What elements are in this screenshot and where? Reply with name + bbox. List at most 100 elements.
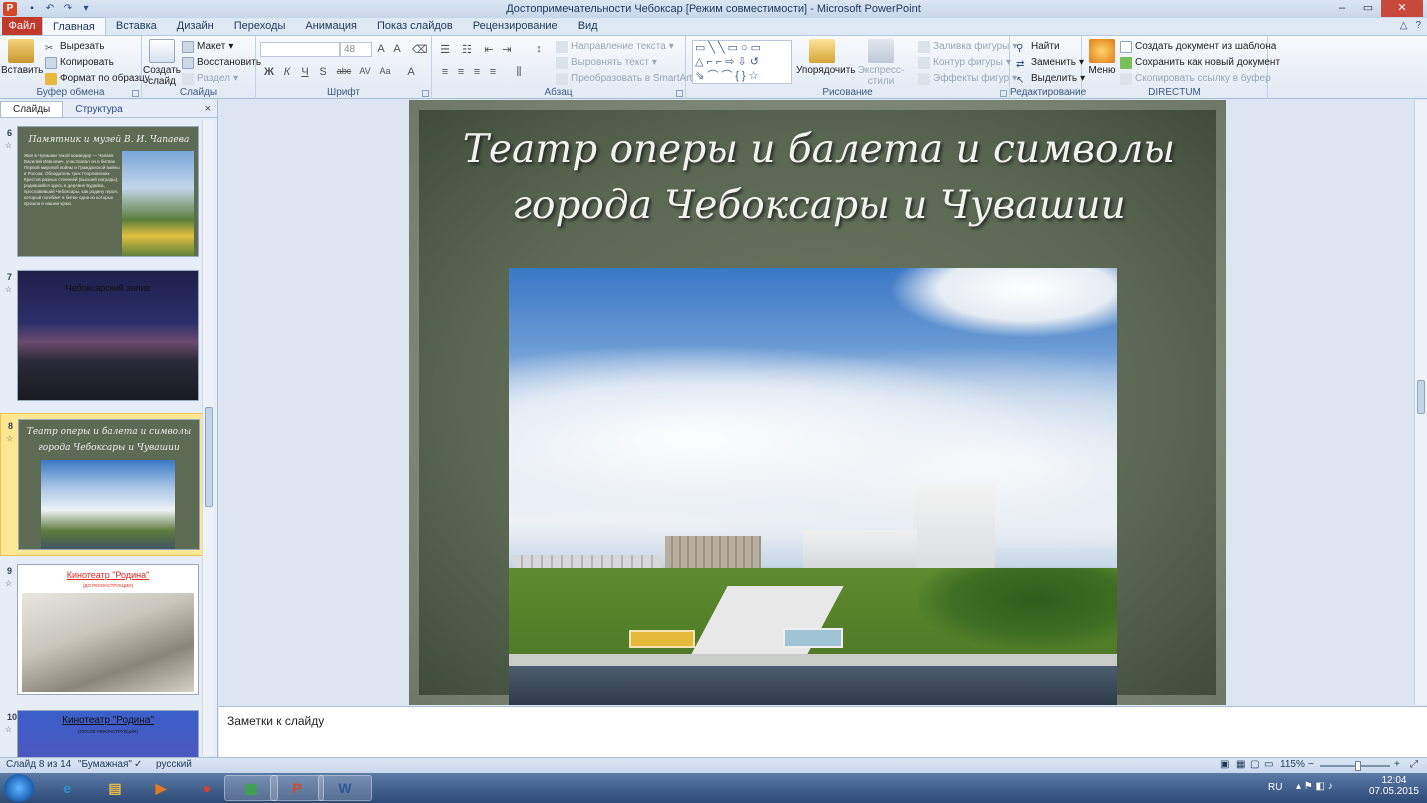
reset-button[interactable]: Восстановить xyxy=(182,55,261,70)
columns-icon[interactable]: ⫼ xyxy=(512,66,526,79)
slide-thumbnail-7[interactable]: 7 ☆ Чебоксарский залив xyxy=(0,265,205,405)
shapes-gallery[interactable]: ▭╲╲▭○▭ △⌐⌐⇨⇩↺ ⇘⌒⌒{}☆ xyxy=(692,40,792,84)
cut-button[interactable]: ✂ Вырезать xyxy=(45,39,104,54)
find-button[interactable]: ⚲ Найти xyxy=(1016,39,1060,54)
normal-view-icon[interactable]: ▣ xyxy=(1220,759,1229,770)
redo-icon[interactable]: ↷ xyxy=(61,2,75,16)
reading-view-icon[interactable]: ▢ xyxy=(1250,759,1259,770)
tab-home[interactable]: Главная xyxy=(42,17,106,35)
tab-view[interactable]: Вид xyxy=(568,17,608,35)
tab-outline[interactable]: Структура xyxy=(63,102,134,117)
keyboard-language[interactable]: RU xyxy=(1268,782,1282,793)
convert-smartart-button[interactable]: Преобразовать в SmartArt ▾ xyxy=(556,71,700,86)
shape-fill-button[interactable]: Заливка фигуры ▾ xyxy=(918,39,1017,54)
change-case-button[interactable]: Aa xyxy=(376,66,394,76)
fit-to-window-icon[interactable]: ⤢ xyxy=(1410,759,1418,770)
font-launcher[interactable] xyxy=(422,90,429,97)
character-spacing-button[interactable]: AV xyxy=(356,66,374,76)
notes-placeholder[interactable]: Заметки к слайду xyxy=(227,714,324,728)
font-name-combo[interactable] xyxy=(260,42,340,57)
slide-thumbnail-9[interactable]: 9 ☆ Кинотеатр "Родина" (ДО РЕКОНСТРУКЦИИ… xyxy=(0,559,205,699)
slide-photo[interactable] xyxy=(509,268,1117,705)
line-spacing-icon[interactable]: ↕ xyxy=(532,43,546,55)
slide-sorter-icon[interactable]: ▦ xyxy=(1236,759,1245,770)
new-slide-button[interactable]: Создать слайд xyxy=(143,39,181,87)
zoom-in-button[interactable]: + xyxy=(1394,759,1400,770)
slide-thumbnail-10[interactable]: 10 ☆ Кинотеатр "Родина" (ПОСЛЕ РЕКОНСТРУ… xyxy=(0,705,205,757)
tab-transitions[interactable]: Переходы xyxy=(224,17,296,35)
shape-outline-button[interactable]: Контур фигуры ▾ xyxy=(918,55,1011,70)
align-left-icon[interactable]: ≡ xyxy=(438,66,452,78)
notes-pane[interactable]: Заметки к слайду xyxy=(219,706,1427,757)
drawing-launcher[interactable] xyxy=(1000,90,1007,97)
internet-explorer-icon[interactable]: e xyxy=(40,775,94,801)
strikethrough-button[interactable]: abc xyxy=(334,66,354,76)
numbering-icon[interactable]: ☷ xyxy=(460,43,474,56)
font-size-combo[interactable]: 48 xyxy=(340,42,372,57)
minimize-ribbon-icon[interactable]: △ xyxy=(1400,20,1408,31)
maximize-button[interactable]: ▭ xyxy=(1355,0,1381,17)
font-color-button[interactable]: A xyxy=(404,66,418,78)
save-as-new-button[interactable]: Сохранить как новый документ xyxy=(1120,55,1280,70)
start-button[interactable] xyxy=(4,774,34,802)
increase-indent-icon[interactable]: ⇥ xyxy=(500,43,514,56)
align-right-icon[interactable]: ≡ xyxy=(470,66,484,78)
shadow-button[interactable]: S xyxy=(316,66,330,78)
slides-scrollbar[interactable] xyxy=(202,120,214,755)
tab-design[interactable]: Дизайн xyxy=(167,17,224,35)
select-button[interactable]: ↖ Выделить ▾ xyxy=(1016,71,1085,86)
word-icon[interactable]: W xyxy=(318,775,372,801)
shape-effects-button[interactable]: Эффекты фигур ▾ xyxy=(918,71,1017,86)
save-icon[interactable]: ▪ xyxy=(25,2,39,16)
close-panel-icon[interactable]: × xyxy=(205,103,211,115)
shrink-font-icon[interactable]: A xyxy=(390,43,404,55)
layout-button[interactable]: Макет ▾ xyxy=(182,39,233,54)
arrange-button[interactable]: Упорядочить xyxy=(796,39,856,76)
tab-insert[interactable]: Вставка xyxy=(106,17,167,35)
tray-icons[interactable]: ▴ ⚑ ◧ ♪ xyxy=(1296,781,1333,792)
create-from-template-button[interactable]: Создать документ из шаблона xyxy=(1120,39,1276,54)
paste-button[interactable]: Вставить xyxy=(1,39,43,76)
zoom-slider-thumb[interactable] xyxy=(1355,761,1361,771)
replace-button[interactable]: ⇄ Заменить ▾ xyxy=(1016,55,1084,70)
grow-font-icon[interactable]: A xyxy=(374,43,388,55)
directum-menu-button[interactable]: Меню xyxy=(1084,39,1120,76)
copy-button[interactable]: Копировать xyxy=(45,55,114,70)
slide-scrollbar[interactable] xyxy=(1414,100,1427,705)
language-indicator[interactable]: русский xyxy=(156,759,192,770)
tab-animations[interactable]: Анимация xyxy=(295,17,367,35)
tab-slides[interactable]: Слайды xyxy=(0,101,64,117)
copy-link-button[interactable]: Скопировать ссылку в буфер xyxy=(1120,71,1271,86)
scrollbar-thumb[interactable] xyxy=(205,407,213,507)
slide-thumbnail-8[interactable]: 8 ☆ Театр оперы и балета и символы город… xyxy=(0,413,205,556)
bold-button[interactable]: Ж xyxy=(262,66,276,78)
italic-button[interactable]: К xyxy=(280,66,294,78)
zoom-level[interactable]: 115% xyxy=(1280,759,1305,770)
clear-formatting-icon[interactable]: ⌫ xyxy=(412,43,428,56)
clipboard-launcher[interactable] xyxy=(132,90,139,97)
bullets-icon[interactable]: ☰ xyxy=(438,43,452,56)
tab-slide-show[interactable]: Показ слайдов xyxy=(367,17,463,35)
tab-review[interactable]: Рецензирование xyxy=(463,17,568,35)
zoom-out-button[interactable]: − xyxy=(1308,759,1314,770)
justify-icon[interactable]: ≡ xyxy=(486,66,500,78)
scrollbar-thumb[interactable] xyxy=(1417,380,1425,414)
help-icon[interactable]: ? xyxy=(1415,20,1421,31)
underline-button[interactable]: Ч xyxy=(298,66,312,78)
tab-file[interactable]: Файл xyxy=(2,17,42,35)
align-center-icon[interactable]: ≡ xyxy=(454,66,468,78)
current-slide[interactable]: Театр оперы и балета и символы города Че… xyxy=(409,100,1226,705)
undo-icon[interactable]: ↶ xyxy=(43,2,57,16)
theme-name[interactable]: "Бумажная" xyxy=(78,759,132,770)
decrease-indent-icon[interactable]: ⇤ xyxy=(482,43,496,56)
close-button[interactable]: ✕ xyxy=(1381,0,1423,17)
spellcheck-icon[interactable]: ✓ xyxy=(134,759,142,770)
customize-qat-icon[interactable]: ▾ xyxy=(79,2,93,16)
text-direction-button[interactable]: Направление текста ▾ xyxy=(556,39,674,54)
align-text-button[interactable]: Выровнять текст ▾ xyxy=(556,55,657,70)
slideshow-view-icon[interactable]: ▭ xyxy=(1264,759,1273,770)
powerpoint-app-icon[interactable]: P xyxy=(3,2,17,16)
powerpoint-icon[interactable]: P xyxy=(270,775,324,801)
slide-title[interactable]: Театр оперы и балета и символы города Че… xyxy=(449,122,1189,234)
clock[interactable]: 12:04 07.05.2015 xyxy=(1369,775,1419,797)
